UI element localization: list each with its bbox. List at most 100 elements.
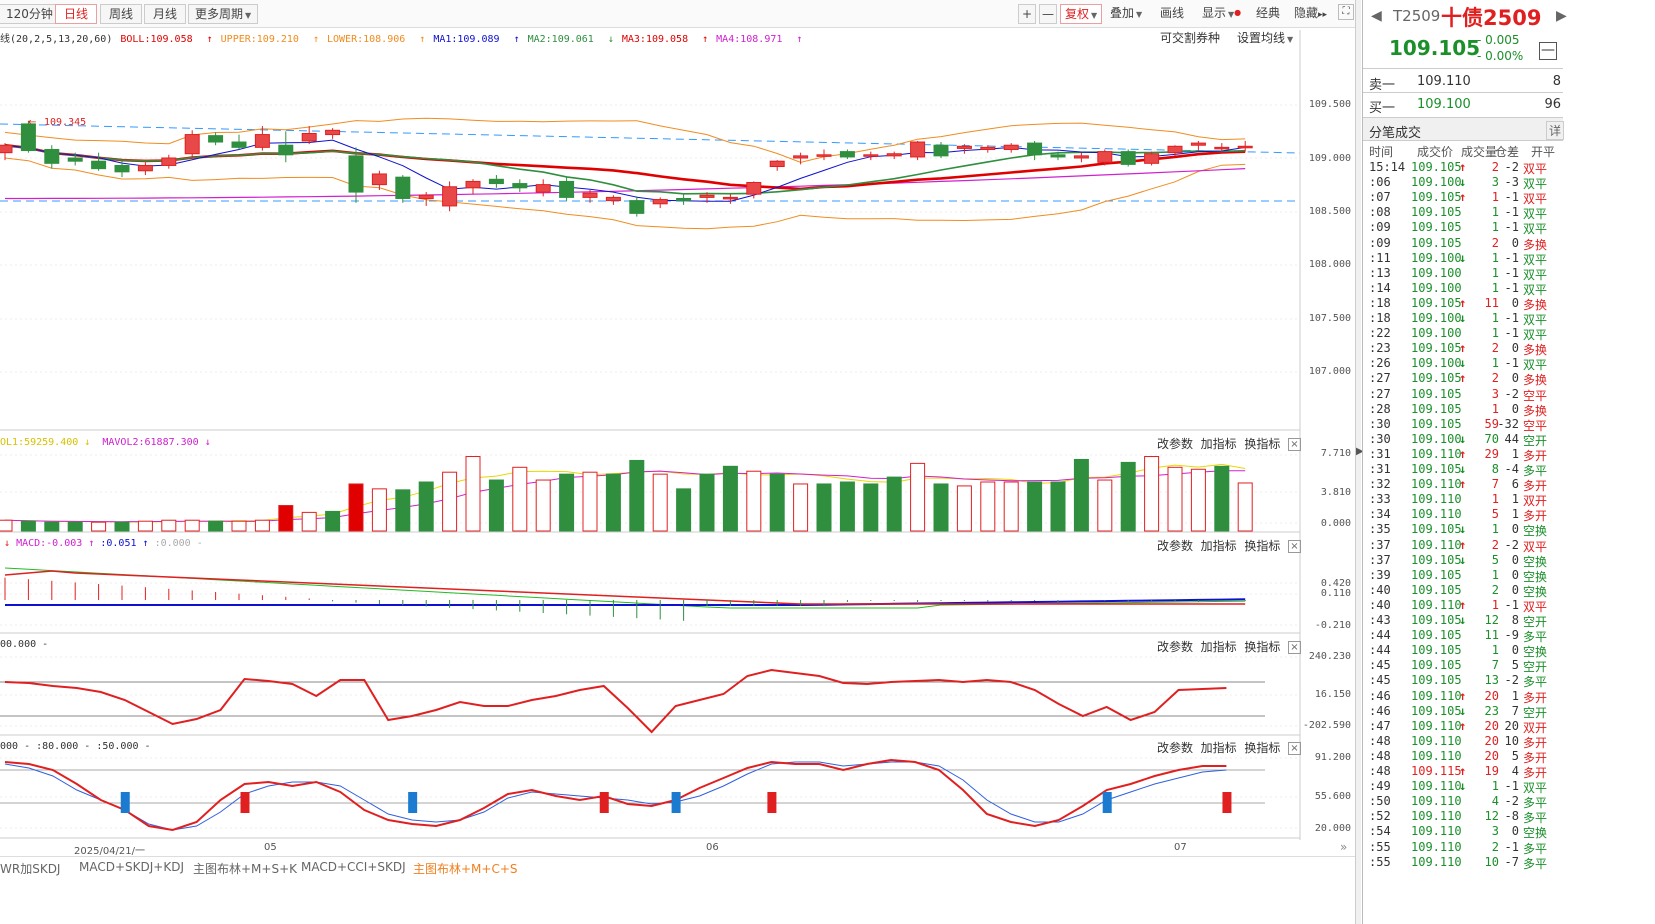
tick-oi-change: -1 [1504, 265, 1519, 280]
volume-bar [559, 473, 575, 532]
tick-row: :45 109.105 7 5 空开 [1369, 658, 1559, 674]
close-icon[interactable]: × [1287, 540, 1301, 553]
add-indicator-button[interactable]: 加指标 [1201, 640, 1237, 654]
volume-bar [348, 483, 364, 532]
candle-body [371, 173, 387, 186]
tick-price: 109.100 [1411, 280, 1462, 295]
candle-body [535, 184, 551, 193]
kline-chart[interactable]: 109.345 ← [0, 0, 1355, 856]
close-icon[interactable]: × [1287, 641, 1301, 654]
candle-body [67, 157, 83, 162]
template-tab-wr-skdj[interactable]: WR加SKDJ [0, 860, 60, 877]
volume-bar [1050, 481, 1066, 532]
volume-bar [184, 519, 200, 532]
bid-label: 买一 [1369, 101, 1396, 116]
ticks-title: 分笔成交 [1369, 126, 1422, 141]
volume-bar [114, 521, 130, 532]
col-open-close: 开平 [1531, 145, 1556, 159]
switch-indicator-button[interactable]: 换指标 [1244, 640, 1280, 654]
volume-bar [465, 456, 481, 532]
panel-splitter[interactable]: ▶ [1355, 0, 1364, 924]
prev-contract-icon[interactable]: ◀ [1371, 8, 1382, 24]
tick-oi-change: -2 [1504, 386, 1519, 401]
edit-params-button[interactable]: 改参数 [1157, 640, 1193, 654]
price-axis-label: 109.500 [1308, 99, 1351, 110]
tick-arrow: ↑ [1459, 597, 1467, 612]
volume-bar [676, 488, 692, 532]
edit-params-button[interactable]: 改参数 [1157, 437, 1193, 451]
switch-indicator-button[interactable]: 换指标 [1244, 437, 1280, 451]
minimize-icon[interactable]: — [1539, 42, 1557, 60]
kdj-signal-marker [408, 792, 418, 813]
template-tab-macd-skdj-kdj[interactable]: MACD+SKDJ+KDJ [79, 860, 184, 874]
template-tab-boll-msk[interactable]: 主图布林+M+S+K [193, 860, 297, 877]
tick-time: :40 [1369, 582, 1391, 597]
close-icon[interactable]: × [1287, 438, 1301, 451]
switch-indicator-button[interactable]: 换指标 [1244, 539, 1280, 553]
volume-bar [1167, 466, 1183, 532]
kdj-axis-label: 20.000 [1314, 823, 1351, 834]
tick-time: :33 [1369, 492, 1391, 507]
date-label: 2025/04/21/一 [74, 846, 146, 857]
candle-body [114, 164, 130, 173]
tick-price: 109.110 [1411, 688, 1462, 703]
ticks-detail-button[interactable]: 详 [1546, 121, 1565, 140]
tick-row: :30 109.100 ↓ 70 44 空开 [1369, 432, 1559, 448]
tick-arrow: ↑ [1459, 537, 1467, 552]
kdj-signal-marker [1222, 792, 1232, 813]
add-indicator-button[interactable]: 加指标 [1201, 741, 1237, 755]
tick-price: 109.100 [1411, 311, 1462, 325]
tick-time: :40 [1369, 597, 1391, 612]
tick-oi-change: -1 [1504, 356, 1519, 371]
volume-bar [161, 519, 177, 532]
candle-body [699, 194, 715, 198]
macd-value: MACD:-0.003 ↑ [16, 538, 95, 549]
tick-arrow: ↑ [1459, 764, 1467, 778]
volume-bar [933, 483, 949, 532]
tick-oi-change: -7 [1504, 854, 1519, 869]
tick-row: :09 109.105 2 0 多换 [1369, 235, 1559, 252]
next-contract-icon[interactable]: ▶ [1556, 8, 1567, 24]
candle-body [839, 151, 855, 158]
switch-indicator-button[interactable]: 换指标 [1244, 741, 1280, 755]
kdj-axis-label: 91.200 [1314, 752, 1351, 763]
quote-panel: ◀ T2509 十债2509 ▶ 109.105 - 0.005 - 0.00%… [1362, 0, 1655, 924]
candle-body [1050, 154, 1066, 158]
tick-row: :11 109.100 ↓ 1 -1 双平 [1369, 251, 1559, 267]
candle-body [44, 148, 60, 164]
scroll-right-icon[interactable]: » [1340, 840, 1347, 854]
kdj-signal-marker [671, 792, 681, 813]
edit-params-button[interactable]: 改参数 [1157, 741, 1193, 755]
volume-bar [722, 465, 738, 532]
volume-bar [1214, 465, 1230, 532]
volume-bar [442, 471, 458, 532]
tick-oi-change: 1 [1511, 446, 1519, 461]
tick-price: 109.100 [1411, 175, 1462, 190]
edit-params-button[interactable]: 改参数 [1157, 539, 1193, 553]
candle-body [559, 180, 575, 198]
tick-row: :30 109.105 59 -32 空平 [1369, 417, 1559, 433]
date-axis: 2025/04/21/一 05 06 07 [60, 842, 1355, 857]
col-volume: 成交量 [1461, 145, 1498, 159]
volume-legend: OL1:59259.400 ↓ MAVOL2:61887.300 ↓ [0, 437, 211, 448]
add-indicator-button[interactable]: 加指标 [1201, 539, 1237, 553]
tick-oi-change: 0 [1511, 235, 1519, 250]
tick-price: 109.105 [1411, 673, 1462, 688]
tick-price: 109.105 [1411, 462, 1462, 476]
dif-value: :0.051 ↑ [100, 538, 149, 549]
template-tab-boll-mcs[interactable]: 主图布林+M+C+S [413, 860, 518, 877]
template-tab-macd-cci-skdj[interactable]: MACD+CCI+SKDJ [301, 860, 406, 874]
volume-bar [231, 520, 247, 532]
add-indicator-button[interactable]: 加指标 [1201, 437, 1237, 451]
tick-time: :44 [1369, 628, 1391, 643]
kdj-axis-label: 55.600 [1314, 791, 1351, 802]
ma4-line [5, 168, 1246, 200]
close-icon[interactable]: × [1287, 742, 1301, 755]
candle-body [254, 134, 270, 148]
tick-row: :08 109.105 1 -1 双平 [1369, 205, 1559, 221]
tick-row: :39 109.105 1 0 空换 [1369, 568, 1559, 584]
ask-label: 卖一 [1369, 78, 1396, 93]
volume-bar [301, 511, 317, 532]
tick-time: :48 [1369, 764, 1391, 778]
tick-row: :46 109.110 ↑ 20 1 多开 [1369, 688, 1559, 705]
